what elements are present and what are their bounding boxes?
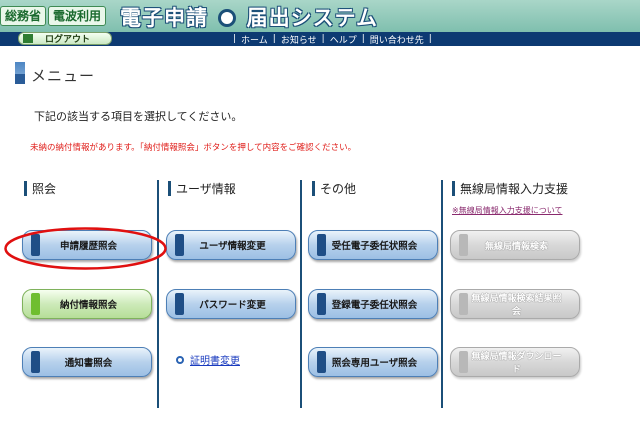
column-divider [300,180,302,408]
registered-proxy-button[interactable]: 登録電子委任状照会 [308,289,438,319]
system-logo-icon [218,9,237,27]
ministry-tag: 総務省 [0,6,47,26]
column-divider [441,180,443,408]
header-banner: 総務省 電波利用 電子申請 届出システム [0,0,640,32]
link-bullet-icon [176,355,184,364]
radio-use-tag: 電波利用 [48,6,107,26]
nav-link-home[interactable]: ホーム [241,33,268,46]
radio-support-info-link[interactable]: ※無線局情報入力支援について [452,205,562,216]
column-header-radio-support: 無線局情報入力支援 [452,180,568,197]
column-header-user-info: ユーザ情報 [168,180,236,197]
radio-station-search-button[interactable]: 無線局情報検索 [450,230,580,260]
logout-label: ログアウト [45,35,91,45]
inquiry-only-user-button[interactable]: 照会専用ユーザ照会 [308,347,438,377]
nav-link-news[interactable]: お知らせ [281,33,317,46]
nav-link-help[interactable]: ヘルプ [330,33,357,46]
logout-button[interactable]: ログアウト [18,32,112,45]
system-title-part1: 電子申請 [120,6,208,30]
highlight-ellipse [4,227,167,270]
received-proxy-button[interactable]: 受任電子委任状照会 [308,230,438,260]
column-header-inquiry: 照会 [24,180,56,197]
column-header-other: その他 [312,180,356,197]
system-title-part2: 届出システム [246,6,378,30]
nav-link-contact[interactable]: 問い合わせ先 [370,33,424,46]
certificate-change-link[interactable]: 証明書変更 [176,352,240,367]
nav-links: | ホーム | お知らせ | ヘルプ | 問い合わせ先 | [233,33,432,46]
instruction-text: 下記の該当する項目を選択してください。 [34,110,243,123]
radio-station-download-button[interactable]: 無線局情報ダウンロード [450,347,580,377]
notice-inquiry-button[interactable]: 通知書照会 [22,347,152,377]
user-info-change-button[interactable]: ユーザ情報変更 [166,230,296,260]
logout-marker-icon [23,34,33,43]
payment-info-button[interactable]: 納付情報照会 [22,289,152,319]
password-change-button[interactable]: パスワード変更 [166,289,296,319]
radio-station-result-button[interactable]: 無線局情報検索結果照会 [450,289,580,319]
system-title: 電子申請 届出システム [120,2,378,32]
page-title: メニュー [31,67,96,85]
column-divider [157,180,159,408]
ministry-tags: 総務省 電波利用 [0,3,108,29]
unpaid-warning: 未納の納付情報があります。「納付情報照会」ボタンを押して内容をご確認ください。 [30,143,357,153]
